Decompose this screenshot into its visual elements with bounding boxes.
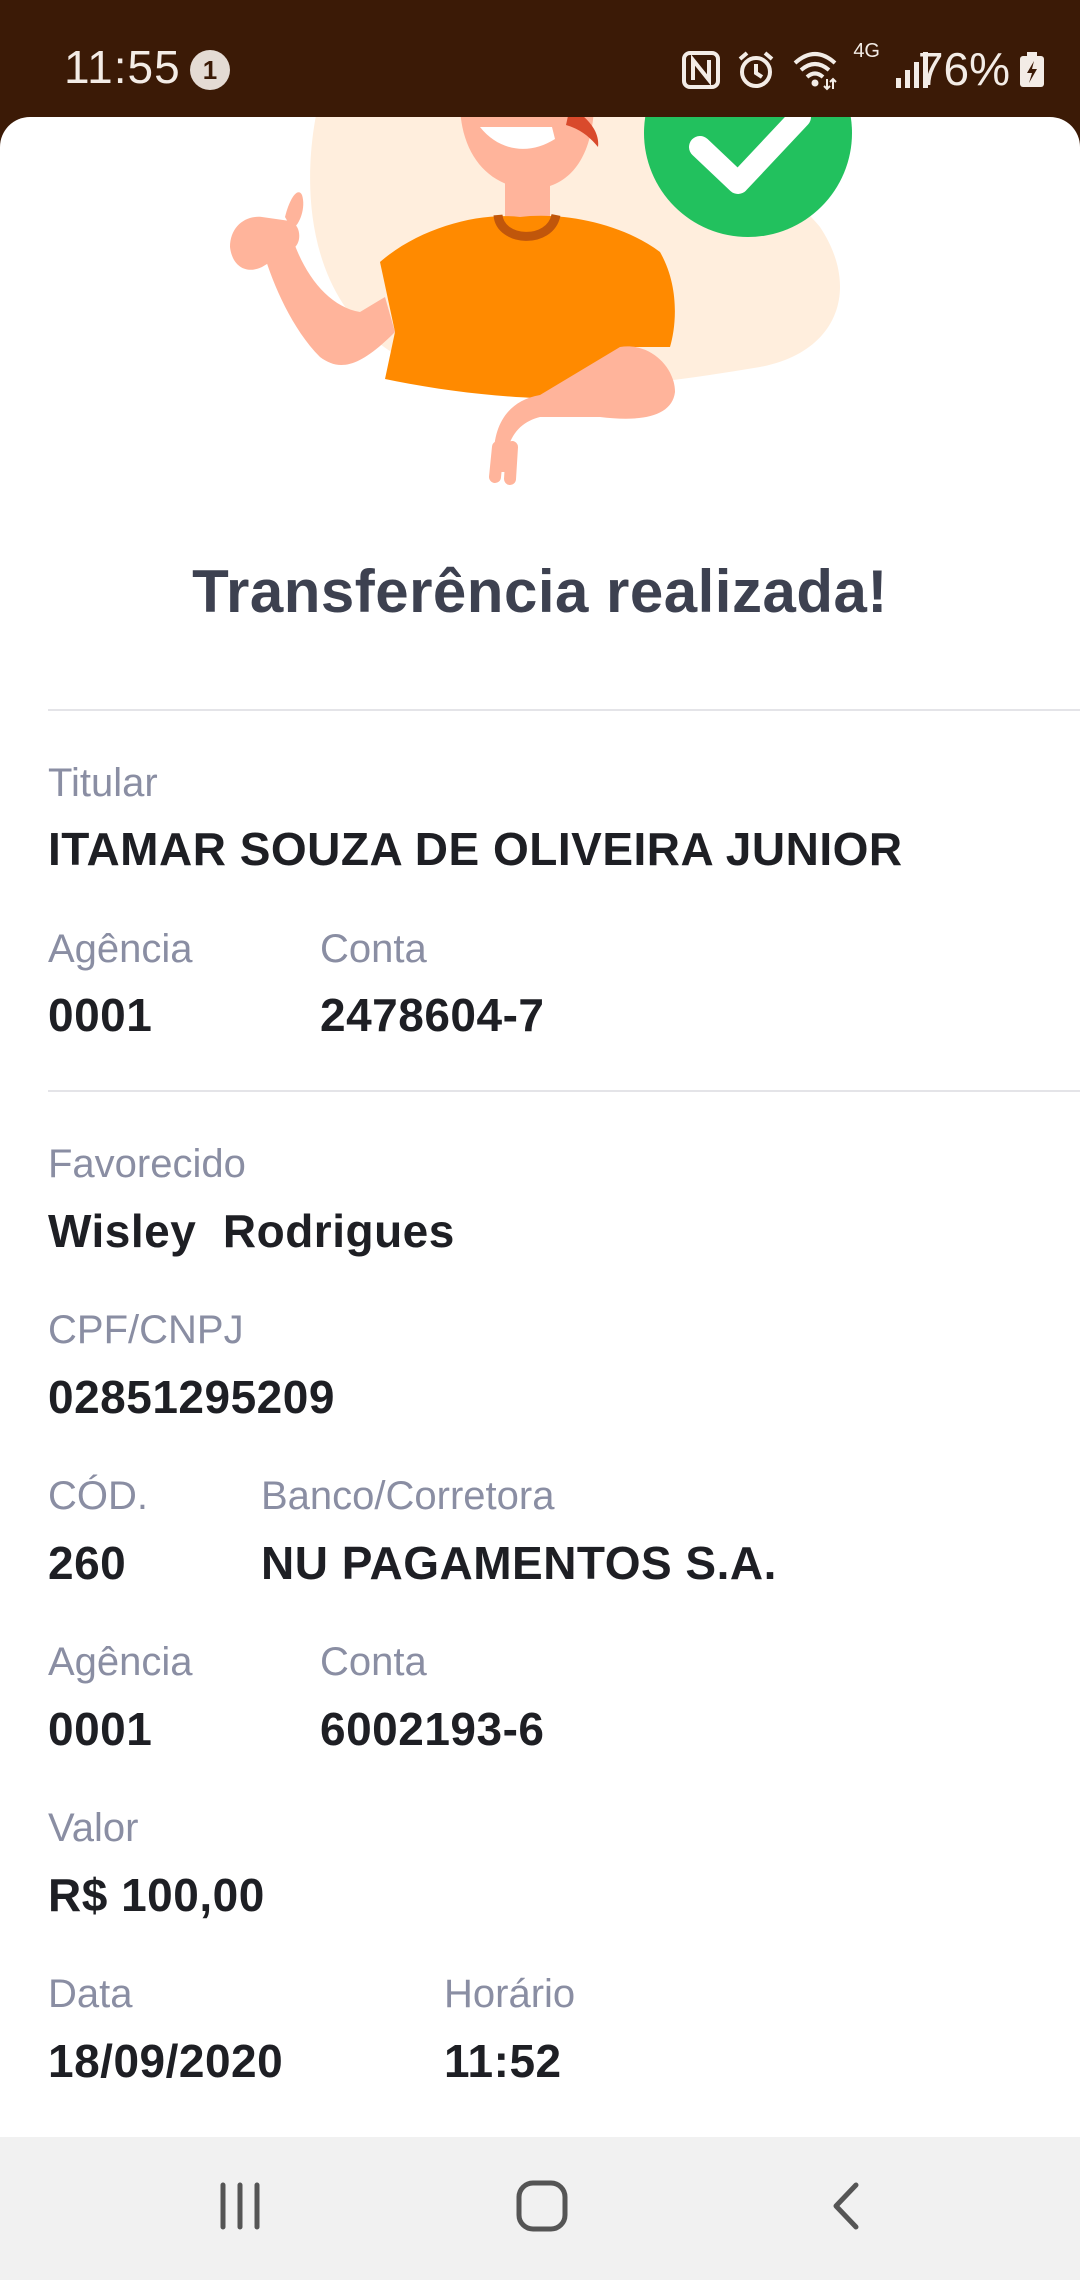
home-button[interactable] — [462, 2137, 622, 2280]
recipient-branch-value: 0001 — [48, 1703, 153, 1755]
document-label: CPF/CNPJ — [48, 1308, 244, 1352]
recipient-account-value: 6002193-6 — [320, 1703, 545, 1755]
recipient-account-label: Conta — [320, 1640, 427, 1684]
recipient-branch-label: Agência — [48, 1640, 193, 1684]
holder-label: Titular — [48, 761, 158, 805]
recipient-label: Favorecido — [48, 1142, 246, 1186]
system-navigation-bar — [0, 2137, 1080, 2280]
page-title: Transferência realizada! — [192, 558, 888, 625]
origin-account-label: Conta — [320, 927, 427, 971]
bank-name-label: Banco/Corretora — [261, 1474, 555, 1518]
date-value: 18/09/2020 — [48, 2035, 284, 2087]
amount-value: R$ 100,00 — [48, 1869, 265, 1921]
holder-value: ITAMAR SOUZA DE OLIVEIRA JUNIOR — [48, 823, 903, 875]
home-icon — [515, 2179, 569, 2238]
recipient-name: Wisley Rodrigues — [48, 1205, 455, 1257]
nfc-icon — [681, 50, 721, 90]
time-label: Horário — [444, 1972, 576, 2016]
divider — [48, 1090, 1080, 1092]
recent-apps-icon — [215, 2181, 265, 2236]
status-icons: 4G — [681, 40, 930, 96]
origin-account-value: 2478604-7 — [320, 989, 545, 1041]
alarm-icon — [735, 49, 777, 91]
document-value: 02851295209 — [48, 1371, 335, 1423]
battery-charging-icon — [1018, 52, 1046, 93]
transfer-receipt-sheet: Transferência realizada! Titular ITAMAR … — [0, 117, 1080, 2137]
origin-branch-value: 0001 — [48, 989, 153, 1041]
status-bar: 11:55 1 4G 76% — [0, 0, 1080, 120]
bank-code-value: 260 — [48, 1537, 127, 1589]
date-label: Data — [48, 1972, 133, 2016]
divider — [48, 709, 1080, 711]
bank-name-value: NU PAGAMENTOS S.A. — [261, 1537, 777, 1589]
status-time: 11:55 — [64, 41, 181, 93]
bank-code-label: CÓD. — [48, 1474, 148, 1518]
network-type-label: 4G — [853, 40, 880, 62]
back-button[interactable] — [766, 2137, 926, 2280]
success-illustration — [230, 117, 852, 485]
wifi-icon — [791, 49, 839, 91]
amount-label: Valor — [48, 1806, 139, 1850]
notification-count-badge: 1 — [190, 50, 230, 90]
origin-branch-label: Agência — [48, 927, 193, 971]
recent-apps-button[interactable] — [160, 2137, 320, 2280]
back-icon — [826, 2181, 866, 2236]
battery-percent: 76% — [917, 43, 1010, 95]
time-value: 11:52 — [444, 2035, 562, 2087]
